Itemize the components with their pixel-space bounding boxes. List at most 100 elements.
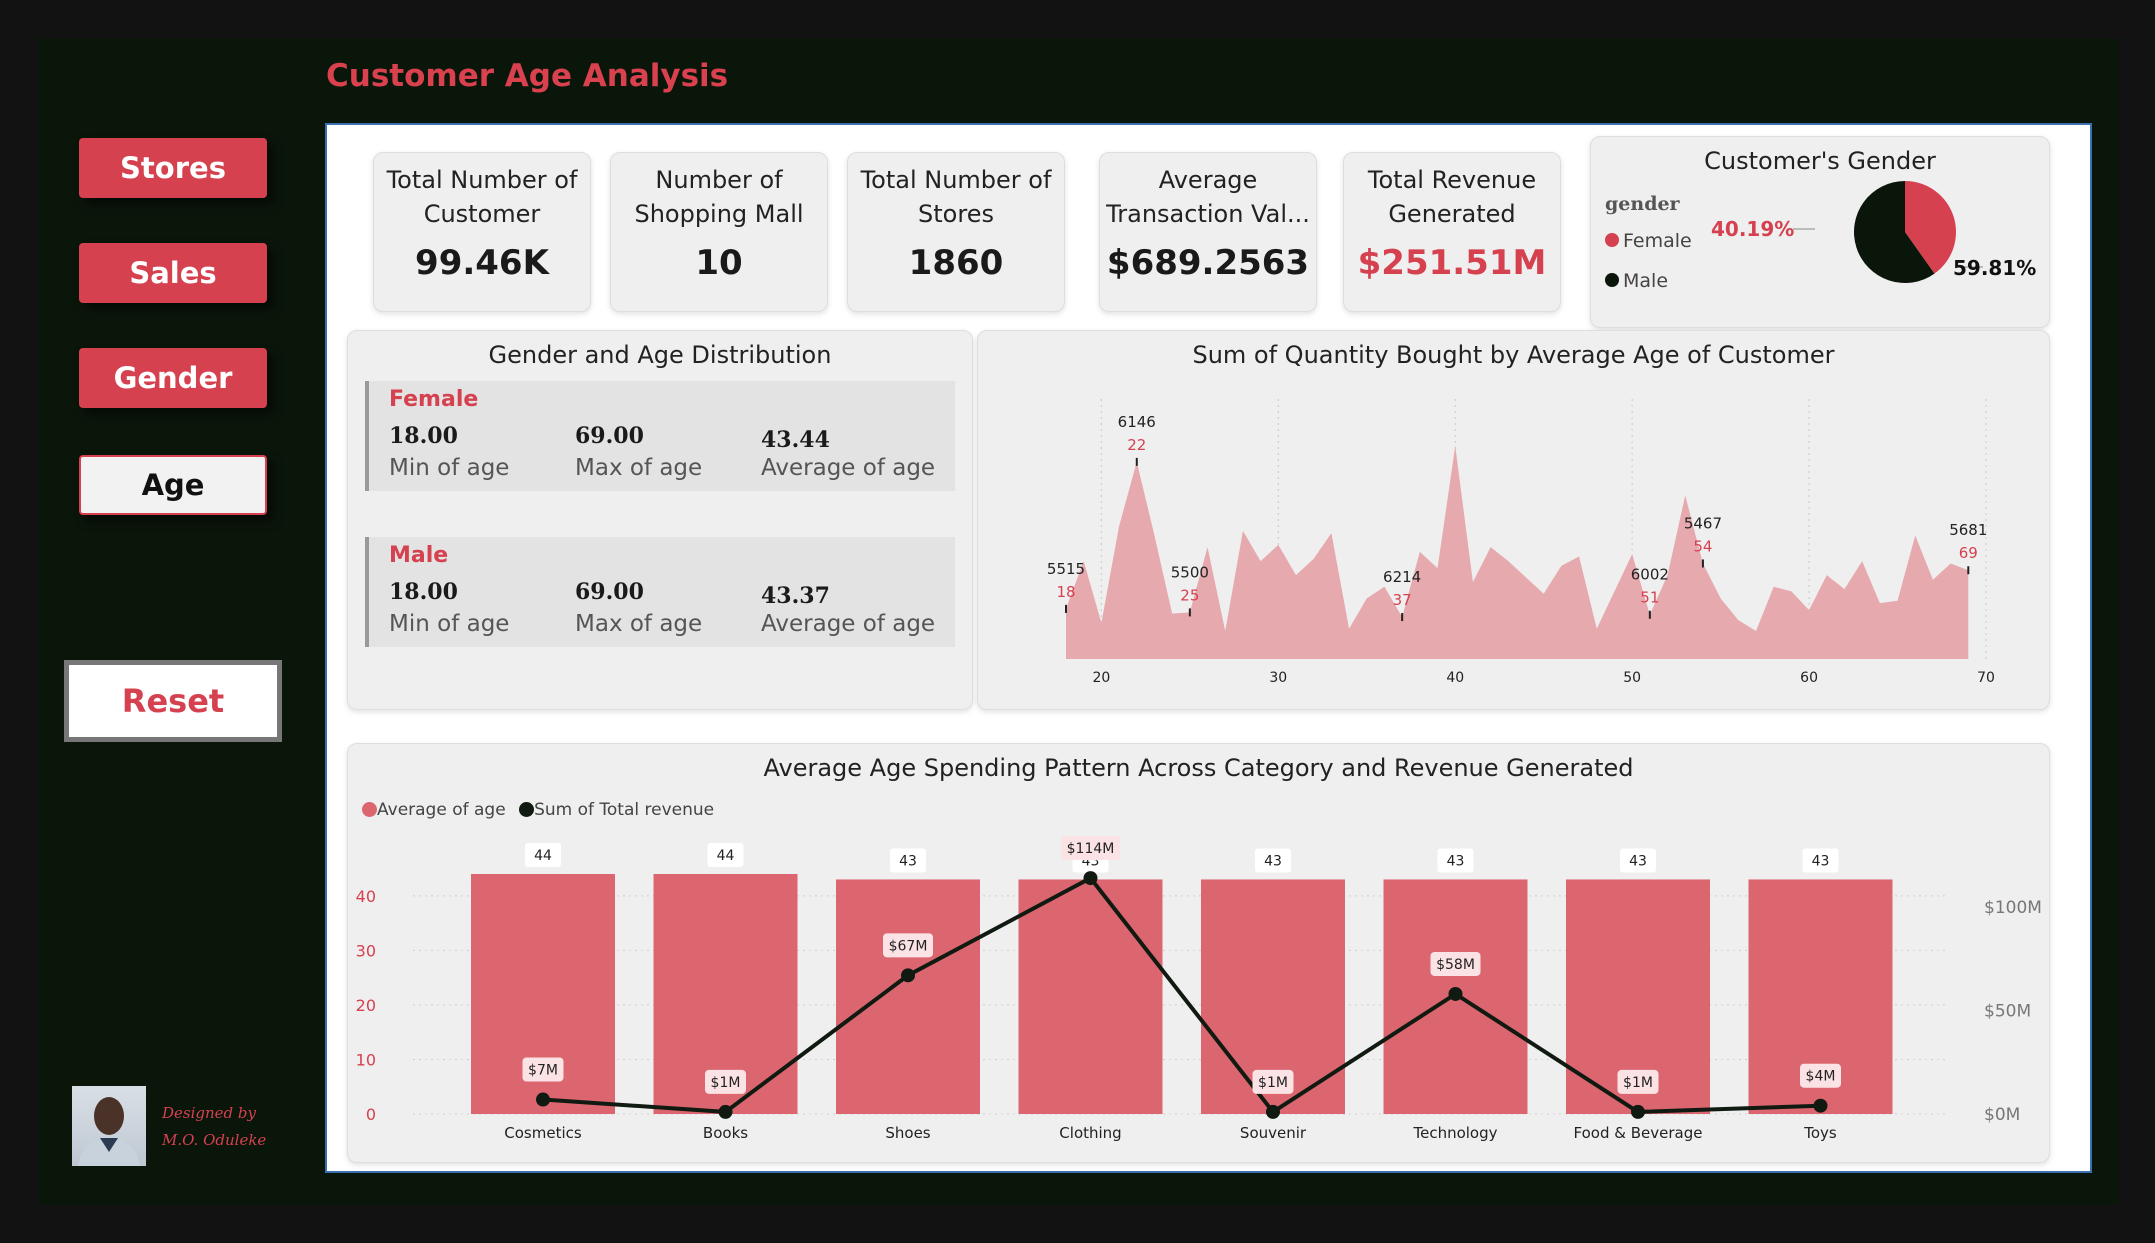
gender-pie-chart: 40.19% 59.81% bbox=[1711, 180, 2036, 283]
category-label: Books bbox=[703, 1124, 748, 1142]
x-tick-label: 20 bbox=[1092, 670, 1110, 686]
max-age-label: Max of age bbox=[575, 455, 703, 481]
y2-tick-label: $100M bbox=[1984, 898, 2042, 918]
line-data-label: $7M bbox=[528, 1063, 558, 1079]
x-tick-label: 30 bbox=[1269, 670, 1287, 686]
kpi-label: Total Number of Stores bbox=[860, 166, 1052, 228]
data-label-age: 18 bbox=[1056, 583, 1075, 601]
bar bbox=[836, 879, 980, 1114]
nav-sales-button[interactable]: Sales bbox=[79, 243, 267, 303]
category-combo-chart: 0 10 20 30 40 $0M $50M $100M 44 Cosmetics 44 Books 4… bbox=[356, 836, 2042, 1142]
x-tick-label: 60 bbox=[1800, 670, 1818, 686]
data-label-value: 6146 bbox=[1118, 413, 1156, 431]
line-data-label: $1M bbox=[1258, 1075, 1288, 1091]
max-age-label: Max of age bbox=[575, 611, 703, 637]
line-point bbox=[1083, 871, 1098, 886]
kpi-value: 1860 bbox=[908, 243, 1004, 283]
bar-data-label: 43 bbox=[899, 853, 917, 869]
category-label: Toys bbox=[1803, 1124, 1837, 1142]
line-point bbox=[718, 1104, 733, 1119]
line-point bbox=[1631, 1104, 1645, 1119]
designer-name: M.O. Oduleke bbox=[162, 1131, 267, 1149]
kpi-card-stores: Total Number of Stores 1860 bbox=[847, 152, 1065, 312]
category-label: Clothing bbox=[1059, 1124, 1121, 1142]
line-point bbox=[1813, 1098, 1828, 1113]
bar-data-label: 43 bbox=[1447, 853, 1465, 869]
avg-age-label: Average of age bbox=[761, 455, 936, 481]
kpi-card-revenue: Total Revenue Generated $251.51M bbox=[1343, 152, 1561, 312]
y2-tick-label: $50M bbox=[1984, 1002, 2031, 1022]
data-label-age: 54 bbox=[1693, 537, 1712, 555]
kpi-label: Number of Shopping Mall bbox=[634, 166, 804, 228]
category-label: Cosmetics bbox=[504, 1124, 582, 1142]
nav-stores-button[interactable]: Stores bbox=[79, 138, 267, 198]
nav-age-button[interactable]: Age bbox=[79, 455, 267, 515]
line-point bbox=[1266, 1104, 1280, 1119]
gender-age-card: Gender and Age Distribution Female 18.00… bbox=[347, 330, 973, 710]
female-age-group: Female 18.00 69.00 43.44 Min of age Max … bbox=[365, 381, 955, 491]
kpi-value: 99.46K bbox=[415, 243, 549, 283]
kpi-value: $689.2563 bbox=[1106, 243, 1310, 283]
line-data-label: $114M bbox=[1067, 841, 1115, 857]
max-age-value: 69.00 bbox=[575, 579, 644, 605]
avg-age-value: 43.44 bbox=[761, 427, 830, 453]
group-gender-label: Female bbox=[389, 387, 479, 412]
gender-pie-card: Customer's Gender gender Female Male 40.… bbox=[1590, 136, 2050, 328]
category-label: Shoes bbox=[885, 1124, 930, 1142]
gender-age-title: Gender and Age Distribution bbox=[488, 341, 832, 369]
nav-gender-button[interactable]: Gender bbox=[79, 348, 267, 408]
data-label-age: 22 bbox=[1127, 436, 1146, 454]
line-data-label: $58M bbox=[1436, 957, 1475, 973]
bar-data-label: 43 bbox=[1264, 853, 1282, 869]
min-age-label: Min of age bbox=[389, 455, 510, 481]
line-data-label: $4M bbox=[1806, 1069, 1836, 1085]
avg-age-value: 43.37 bbox=[761, 583, 830, 609]
data-label-value: 6214 bbox=[1383, 568, 1421, 586]
bar-data-label: 44 bbox=[534, 848, 552, 864]
kpi-label: Average Transaction Val... bbox=[1106, 166, 1310, 228]
line-point bbox=[536, 1092, 550, 1107]
data-label-value: 5515 bbox=[1047, 560, 1085, 578]
line-data-label: $1M bbox=[711, 1075, 741, 1091]
min-age-label: Min of age bbox=[389, 611, 510, 637]
y2-tick-label: $0M bbox=[1984, 1105, 2020, 1125]
x-tick-label: 70 bbox=[1977, 670, 1995, 686]
y-tick-label: 20 bbox=[356, 996, 376, 1015]
quantity-by-age-card: Sum of Quantity Bought by Average Age of… bbox=[977, 330, 2050, 710]
main-panel: Total Number of Customer 99.46K Number of… bbox=[325, 123, 2092, 1173]
designer-avatar bbox=[72, 1086, 146, 1166]
kpi-label: Total Number of Customer bbox=[386, 166, 578, 228]
line-point bbox=[1448, 986, 1463, 1001]
kpi-label: Total Revenue Generated bbox=[1367, 166, 1537, 228]
x-tick-label: 50 bbox=[1623, 670, 1641, 686]
bar-data-label: 44 bbox=[717, 848, 735, 864]
data-label-value: 6002 bbox=[1631, 566, 1669, 584]
line-data-label: $67M bbox=[889, 938, 928, 954]
reset-button[interactable]: Reset bbox=[64, 660, 282, 742]
bar-data-label: 43 bbox=[1812, 853, 1830, 869]
category-label: Technology bbox=[1412, 1124, 1497, 1142]
y-tick-label: 0 bbox=[366, 1105, 376, 1124]
x-tick-label: 40 bbox=[1446, 670, 1464, 686]
y-tick-label: 30 bbox=[356, 941, 376, 960]
kpi-value: 10 bbox=[695, 243, 743, 283]
quantity-area-chart: 20 30 40 50 60 70 5515 18 6146 22 5500 25 6214 37 6002… bbox=[1047, 399, 1995, 686]
data-label-value: 5500 bbox=[1171, 563, 1209, 581]
y-tick-label: 10 bbox=[356, 1050, 376, 1069]
max-age-value: 69.00 bbox=[575, 423, 644, 449]
kpi-value: $251.51M bbox=[1357, 243, 1547, 283]
min-age-value: 18.00 bbox=[389, 579, 458, 605]
designed-by-label: Designed by bbox=[162, 1104, 256, 1122]
data-label-age: 69 bbox=[1959, 544, 1978, 562]
kpi-card-avg-transaction: Average Transaction Val... $689.2563 bbox=[1099, 152, 1317, 312]
person-icon bbox=[78, 1097, 140, 1166]
area-series bbox=[1066, 446, 1969, 659]
data-label-value: 5681 bbox=[1949, 521, 1987, 539]
category-spending-card: Average Age Spending Pattern Across Cate… bbox=[347, 743, 2050, 1163]
data-label-age: 37 bbox=[1393, 591, 1412, 609]
data-label-age: 51 bbox=[1640, 589, 1659, 607]
line-data-label: $1M bbox=[1623, 1075, 1653, 1091]
page-title: Customer Age Analysis bbox=[326, 58, 729, 94]
pie-label-male: 59.81% bbox=[1953, 256, 2036, 280]
bar-data-label: 43 bbox=[1629, 853, 1647, 869]
